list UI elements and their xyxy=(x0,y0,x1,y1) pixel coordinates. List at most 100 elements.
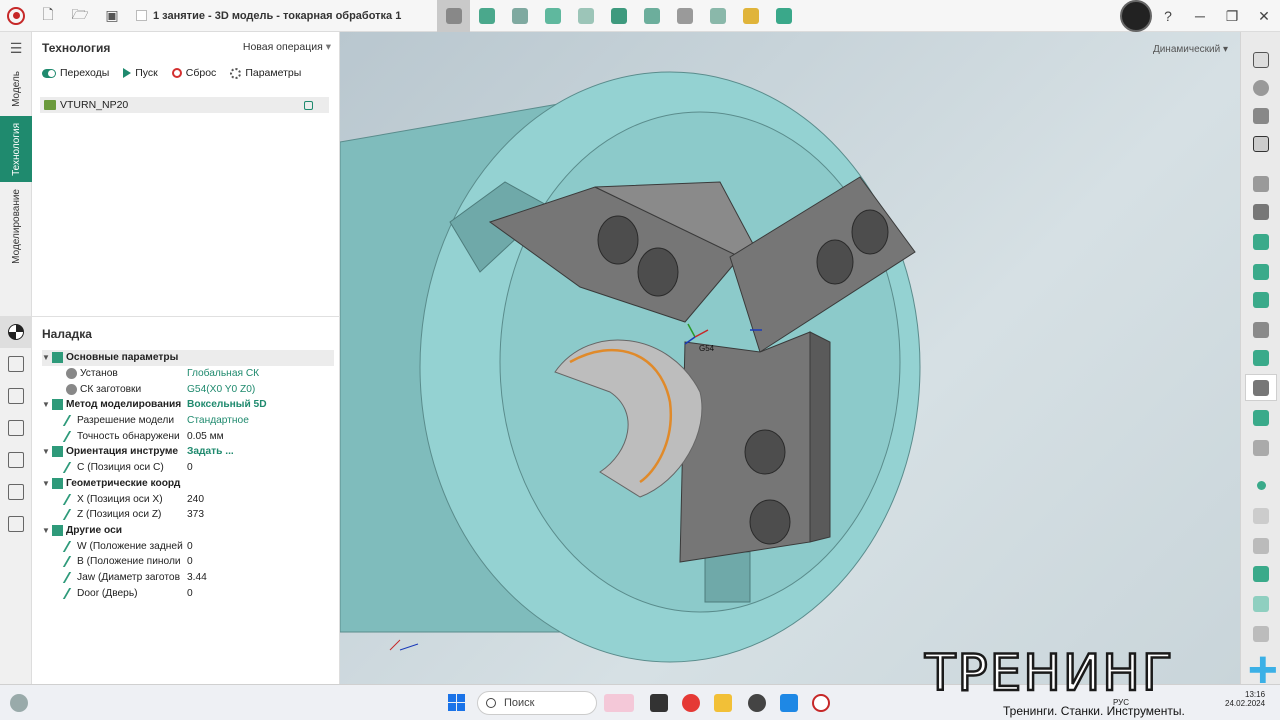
cut-model-icon[interactable] xyxy=(1245,404,1277,431)
tree-group-row[interactable]: ▼ Геометрические коорд xyxy=(42,476,334,492)
reset-button[interactable]: Сброс xyxy=(171,67,216,79)
hamburger-menu-icon[interactable]: ☰ xyxy=(0,32,32,64)
operation-row[interactable]: VTURN_NP20 xyxy=(40,97,329,113)
tab-technology[interactable]: Технология xyxy=(0,116,32,182)
open-folder-icon[interactable]: 🗁 xyxy=(64,0,96,32)
chart-report-icon[interactable] xyxy=(569,0,602,32)
right-tool-strip xyxy=(1240,32,1280,684)
chevron-down-icon[interactable]: ▼ xyxy=(42,353,52,362)
chevron-down-icon[interactable]: ▼ xyxy=(42,479,52,488)
weather-icon[interactable] xyxy=(10,694,28,712)
stock-visibility-icon[interactable] xyxy=(1245,258,1277,285)
sphere-view-icon[interactable] xyxy=(1245,74,1277,101)
tree-group-row[interactable]: ▼ Метод моделирования Воксельный 5D xyxy=(42,397,334,413)
chevron-down-icon[interactable]: ▼ xyxy=(42,447,52,456)
parameter-icon xyxy=(62,509,78,521)
layers-icon[interactable] xyxy=(734,0,767,32)
fixture-icon[interactable] xyxy=(602,0,635,32)
cube-icon[interactable] xyxy=(767,0,800,32)
point-icon[interactable] xyxy=(1245,472,1277,499)
restore-button[interactable]: ❐ xyxy=(1216,0,1248,32)
tree-row-value[interactable]: Стандартное xyxy=(187,415,249,426)
tree-row-label: Разрешение модели xyxy=(77,415,175,427)
app-logo[interactable] xyxy=(0,0,32,32)
3d-viewport[interactable]: G54 Динамический xyxy=(340,32,1240,684)
nc-program-icon[interactable] xyxy=(536,0,569,32)
cam-app-taskbar-icon[interactable] xyxy=(812,694,830,712)
setup-tab-icon[interactable] xyxy=(0,316,32,348)
file-explorer-icon[interactable] xyxy=(714,694,732,712)
shading-icon[interactable] xyxy=(1245,102,1277,129)
tree-item-row[interactable]: Jaw (Диаметр заготов 3.44 xyxy=(42,570,334,586)
close-button[interactable]: ✕ xyxy=(1248,0,1280,32)
machine-visibility-icon[interactable] xyxy=(1245,170,1277,197)
stock-icon[interactable] xyxy=(8,452,24,468)
chevron-down-icon[interactable]: ▼ xyxy=(42,400,52,409)
tree-item-row[interactable]: Door (Дверь) 0 xyxy=(42,585,334,601)
tree-row-value[interactable]: Задать ... xyxy=(187,446,234,457)
transitions-toggle[interactable]: Переходы xyxy=(42,67,109,79)
path-icon[interactable] xyxy=(1245,502,1277,529)
tree-item-row[interactable]: X (Позиция оси X) 240 xyxy=(42,491,334,507)
library-icon[interactable] xyxy=(8,484,24,500)
account-avatar[interactable] xyxy=(1120,0,1152,32)
hand-tool-icon[interactable] xyxy=(437,0,471,32)
tool-visibility-icon[interactable] xyxy=(1245,198,1277,225)
workpiece-visibility-icon[interactable] xyxy=(1245,374,1277,401)
tools-icon[interactable] xyxy=(8,356,24,372)
graph-icon[interactable] xyxy=(701,0,734,32)
probe-icon[interactable] xyxy=(1245,344,1277,371)
widget-icon[interactable] xyxy=(604,694,634,712)
section-icon[interactable] xyxy=(1245,130,1277,157)
tree-group-row[interactable]: ▼ Основные параметры xyxy=(42,350,334,366)
title-checkbox[interactable] xyxy=(136,10,147,21)
start-button[interactable]: Пуск xyxy=(123,67,158,79)
chevron-down-icon[interactable]: ▼ xyxy=(42,526,52,535)
task-view-icon[interactable] xyxy=(650,694,668,712)
help-icon[interactable]: ? xyxy=(1152,0,1184,32)
surface-2-icon[interactable] xyxy=(1245,590,1277,617)
tree-item-row[interactable]: Разрешение модели Стандартное xyxy=(42,413,334,429)
tree-row-value[interactable]: G54(X0 Y0 Z0) xyxy=(187,384,255,395)
windows-start-icon[interactable] xyxy=(448,694,465,711)
machine-icon[interactable] xyxy=(635,0,668,32)
system-clock[interactable]: 13:16 24.02.2024 xyxy=(1225,690,1265,708)
fit-view-icon[interactable] xyxy=(1245,46,1277,73)
tree-group-row[interactable]: ▼ Другие оси xyxy=(42,523,334,539)
surface-icon[interactable] xyxy=(1245,560,1277,587)
calculator-icon[interactable] xyxy=(668,0,701,32)
workpiece-icon[interactable] xyxy=(8,420,24,436)
media-app-icon[interactable] xyxy=(748,694,766,712)
hatch-icon[interactable] xyxy=(1245,434,1277,461)
tool-holder-icon[interactable] xyxy=(503,0,536,32)
tab-simulation[interactable]: Моделирование xyxy=(0,184,32,268)
yandex-browser-icon[interactable] xyxy=(682,694,700,712)
report-icon[interactable] xyxy=(8,516,24,532)
tree-item-row[interactable]: C (Позиция оси C) 0 xyxy=(42,460,334,476)
minimize-button[interactable]: ─ xyxy=(1184,0,1216,32)
wave-icon[interactable] xyxy=(1245,532,1277,559)
view-mode-dropdown[interactable]: Динамический xyxy=(1153,44,1228,55)
new-file-icon[interactable]: 🗋 xyxy=(32,0,64,32)
tree-row-value[interactable]: Глобальная СК xyxy=(187,368,259,379)
new-operation-dropdown[interactable]: Новая операция xyxy=(243,41,331,53)
part-visibility-icon[interactable] xyxy=(1245,286,1277,313)
parameters-button[interactable]: Параметры xyxy=(230,67,301,79)
tree-item-row[interactable]: Точность обнаружени 0.05 мм xyxy=(42,428,334,444)
tree-item-row[interactable]: Z (Позиция оси Z) 373 xyxy=(42,507,334,523)
taskbar-search-input[interactable]: Поиск xyxy=(477,691,597,715)
tree-group-row[interactable]: ▼ Ориентация инструме Задать ... xyxy=(42,444,334,460)
tree-item-row[interactable]: W (Положение задней 0 xyxy=(42,538,334,554)
fixture-visibility-icon[interactable] xyxy=(1245,316,1277,343)
tree-row-value[interactable]: Воксельный 5D xyxy=(187,399,267,410)
tree-item-row[interactable]: СК заготовки G54(X0 Y0 Z0) xyxy=(42,381,334,397)
simulate-tool-icon[interactable] xyxy=(470,0,503,32)
tree-item-row[interactable]: B (Положение пиноли 0 xyxy=(42,554,334,570)
tab-model[interactable]: Модель xyxy=(0,64,32,114)
photos-app-icon[interactable] xyxy=(780,694,798,712)
machine-setup-icon[interactable] xyxy=(8,388,24,404)
operation-checkbox[interactable] xyxy=(304,100,313,110)
holder-visibility-icon[interactable] xyxy=(1245,228,1277,255)
tree-item-row[interactable]: Установ Глобальная СК xyxy=(42,366,334,382)
save-icon[interactable]: ▣ xyxy=(96,0,128,32)
